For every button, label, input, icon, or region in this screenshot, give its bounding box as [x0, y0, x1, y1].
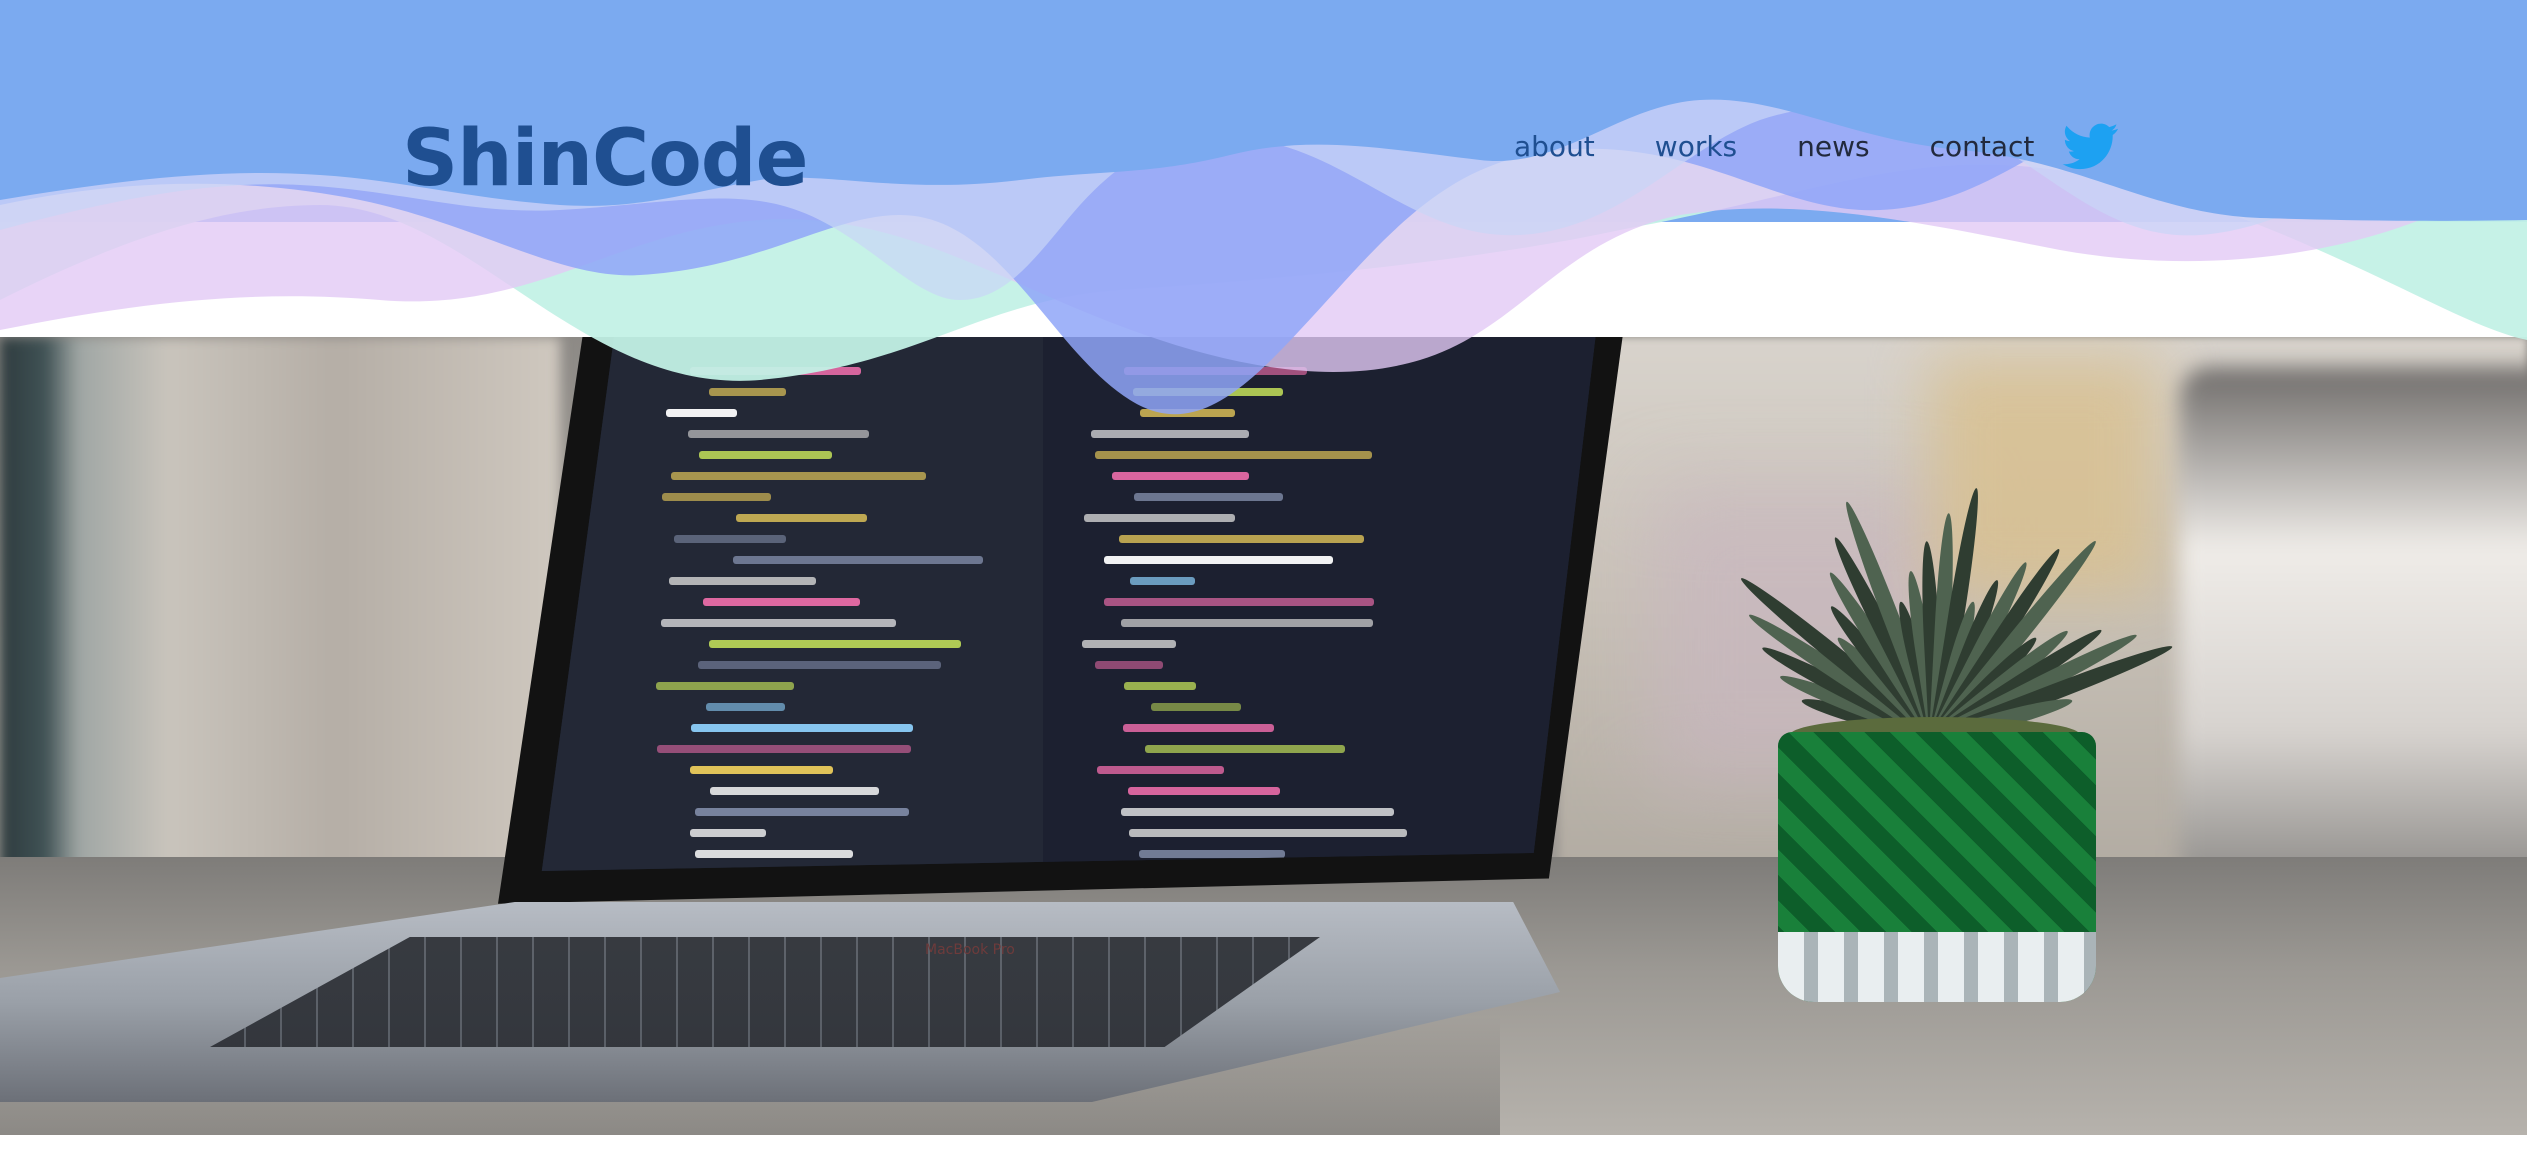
code-line [733, 556, 983, 564]
code-line [706, 703, 786, 711]
code-line [1096, 766, 1224, 774]
code-line [671, 472, 926, 480]
code-line [662, 493, 772, 501]
code-line [1104, 598, 1375, 606]
code-line [1082, 640, 1177, 648]
code-line [1151, 703, 1242, 711]
code-line [689, 367, 862, 375]
code-line [665, 409, 737, 417]
main-nav: about works news contact [1514, 130, 2034, 163]
code-line [735, 514, 868, 522]
code-line [687, 430, 869, 438]
code-line [1129, 577, 1196, 585]
code-line [1121, 619, 1373, 627]
code-line [1124, 367, 1308, 375]
code-line [1124, 682, 1196, 690]
code-line [1138, 850, 1285, 858]
code-line [1144, 745, 1346, 753]
twitter-icon [2062, 123, 2119, 170]
header-background [0, 0, 2527, 337]
nav-link-works[interactable]: works [1655, 130, 1737, 163]
background-wall [0, 337, 560, 897]
code-line [709, 787, 880, 795]
laptop-screen [541, 337, 1600, 871]
background-car [2180, 367, 2527, 887]
code-line [1123, 724, 1275, 732]
code-line [702, 598, 860, 606]
code-line [1104, 556, 1333, 564]
plant-pot-band [1778, 932, 2096, 1002]
code-line [1095, 661, 1164, 669]
code-line [1095, 451, 1373, 459]
code-line [1084, 514, 1235, 522]
code-line [669, 577, 816, 585]
laptop-label: MacBook Pro [925, 942, 1015, 958]
code-line [698, 661, 942, 669]
hero-image: MacBook Pro [0, 337, 2527, 1135]
code-line [655, 682, 794, 690]
code-line [1140, 409, 1236, 417]
code-line [695, 850, 853, 858]
code-line [1129, 829, 1407, 837]
code-line [656, 745, 911, 753]
code-line [1121, 808, 1394, 816]
code-line [1111, 472, 1249, 480]
code-line [690, 724, 914, 732]
code-line [689, 829, 767, 837]
code-line [1133, 388, 1284, 396]
nav-link-contact[interactable]: contact [1930, 130, 2035, 163]
nav-link-news[interactable]: news [1797, 130, 1869, 163]
code-line [1127, 787, 1281, 795]
nav-link-about[interactable]: about [1514, 130, 1595, 163]
page: MacBook Pro ShinCode about works news co… [0, 0, 2527, 1172]
code-line [694, 808, 910, 816]
code-line [709, 388, 786, 396]
code-line [1090, 430, 1249, 438]
code-line [1134, 493, 1283, 501]
code-line [1119, 535, 1364, 543]
code-line [673, 535, 786, 543]
code-line [689, 766, 833, 774]
code-line [699, 451, 832, 459]
plant-pot [1778, 732, 2096, 1002]
site-logo[interactable]: ShinCode [402, 113, 809, 207]
code-line [709, 640, 961, 648]
code-line [661, 619, 896, 627]
twitter-link[interactable] [2060, 118, 2122, 174]
